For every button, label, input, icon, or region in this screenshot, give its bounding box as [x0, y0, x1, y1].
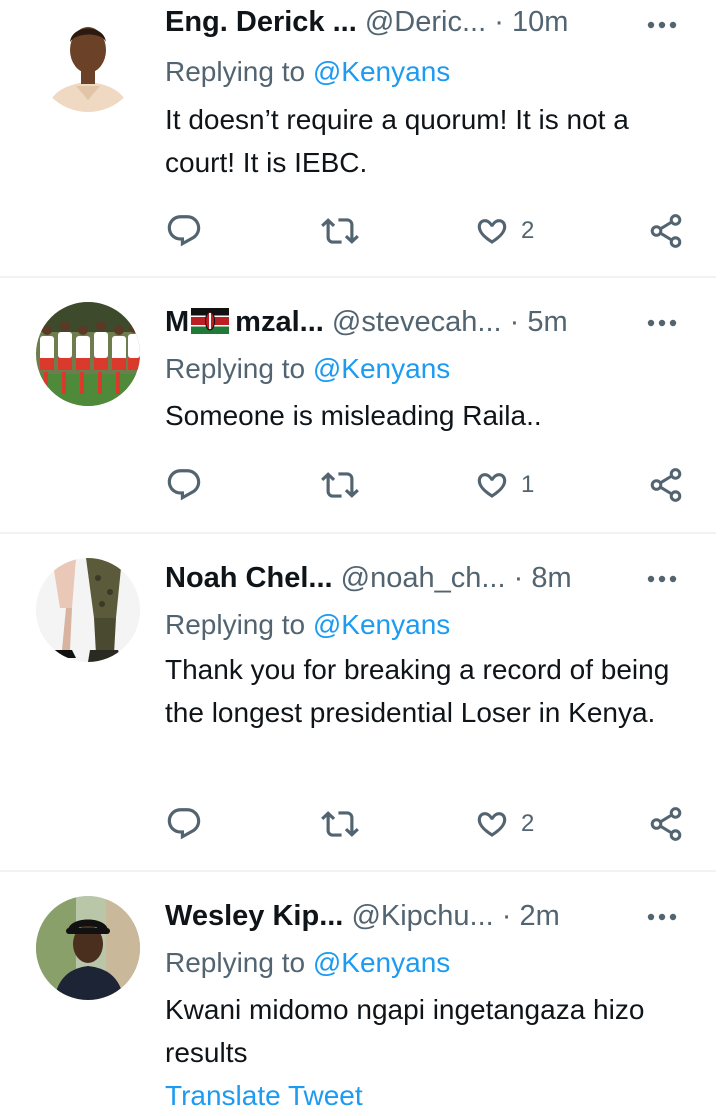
tweet-item[interactable]: Eng. Derick ... @Deric... · 10m Replying…: [0, 0, 720, 278]
retweet-icon: [321, 805, 359, 843]
heart-icon: [473, 805, 511, 843]
more-options-button[interactable]: [646, 4, 680, 48]
more-icon: [647, 319, 677, 327]
avatar[interactable]: [36, 8, 140, 112]
replying-to: Replying to @Kenyans: [165, 943, 450, 983]
avatar[interactable]: [36, 302, 140, 406]
share-button[interactable]: [647, 804, 685, 844]
tweet-text: It doesn’t require a quorum! It is not a…: [165, 104, 629, 178]
reply-icon: [165, 466, 203, 504]
reply-button[interactable]: [165, 465, 203, 505]
replying-to-label: Replying to: [165, 56, 313, 87]
avatar-image: [36, 302, 140, 406]
heart-icon: [473, 466, 511, 504]
avatar[interactable]: [36, 896, 140, 1000]
replying-to-handle[interactable]: @Kenyans: [313, 947, 450, 978]
timestamp[interactable]: 8m: [531, 562, 571, 594]
tweet-header: Noah Chel... @noah_ch... · 8m: [165, 556, 705, 600]
like-count: 2: [521, 217, 535, 244]
tweet-actions: 2: [165, 211, 695, 251]
share-icon: [647, 466, 685, 504]
reply-button[interactable]: [165, 804, 203, 844]
retweet-icon: [321, 212, 359, 250]
like-button[interactable]: 2: [473, 211, 534, 251]
retweet-icon: [321, 466, 359, 504]
like-count: 1: [521, 471, 535, 498]
author-handle[interactable]: @stevecah...: [332, 306, 502, 338]
reply-icon: [165, 805, 203, 843]
author-name-prefix[interactable]: M: [165, 306, 189, 338]
heart-icon: [473, 212, 511, 250]
replying-to-label: Replying to: [165, 609, 313, 640]
replying-to: Replying to @Kenyans: [165, 349, 450, 389]
replying-to-handle[interactable]: @Kenyans: [313, 353, 450, 384]
translate-tweet-link[interactable]: Translate Tweet: [165, 1076, 363, 1116]
tweet-header: M mzal... @stevecah... · 5m: [165, 300, 705, 344]
reply-icon: [165, 212, 203, 250]
more-options-button[interactable]: [646, 896, 680, 940]
timestamp[interactable]: 2m: [520, 900, 560, 932]
more-options-button[interactable]: [646, 302, 680, 346]
tweet-text: Thank you for breaking a record of being…: [165, 654, 670, 728]
like-button[interactable]: 1: [473, 465, 534, 505]
tweet-actions: 1: [165, 465, 695, 505]
replying-to: Replying to @Kenyans: [165, 605, 450, 645]
avatar-image: [36, 558, 140, 662]
share-icon: [647, 212, 685, 250]
tweet-header: Wesley Kip... @Kipchu... · 2m: [165, 894, 705, 938]
replying-to: Replying to @Kenyans: [165, 52, 450, 92]
share-button[interactable]: [647, 211, 685, 251]
like-count: 2: [521, 810, 535, 837]
separator-dot: ·: [501, 900, 512, 932]
tweet-header: Eng. Derick ... @Deric... · 10m: [165, 0, 705, 44]
share-icon: [647, 805, 685, 843]
more-icon: [647, 21, 677, 29]
author-handle[interactable]: @Deric...: [365, 6, 486, 38]
avatar[interactable]: [36, 558, 140, 662]
author-name[interactable]: Eng. Derick ...: [165, 6, 357, 38]
more-icon: [647, 575, 677, 583]
replying-to-handle[interactable]: @Kenyans: [313, 56, 450, 87]
tweet-item[interactable]: M mzal... @stevecah... · 5m Replying to …: [0, 278, 720, 534]
reply-button[interactable]: [165, 211, 203, 251]
like-button[interactable]: 2: [473, 804, 534, 844]
author-handle[interactable]: @Kipchu...: [351, 900, 493, 932]
tweet-item[interactable]: Wesley Kip... @Kipchu... · 2m Replying t…: [0, 872, 720, 1111]
avatar-image: [36, 8, 140, 112]
timestamp[interactable]: 10m: [512, 6, 568, 38]
retweet-button[interactable]: [321, 804, 359, 844]
retweet-button[interactable]: [321, 211, 359, 251]
tweet-item[interactable]: Noah Chel... @noah_ch... · 8m Replying t…: [0, 534, 720, 872]
author-handle[interactable]: @noah_ch...: [341, 562, 506, 594]
kenya-flag-icon: [191, 308, 230, 334]
more-options-button[interactable]: [646, 558, 680, 602]
separator-dot: ·: [513, 562, 524, 594]
more-icon: [647, 913, 677, 921]
replying-to-label: Replying to: [165, 947, 313, 978]
share-button[interactable]: [647, 465, 685, 505]
timestamp[interactable]: 5m: [527, 306, 567, 338]
tweet-text: Someone is misleading Raila..: [165, 400, 542, 431]
tweet-actions: 2: [165, 804, 695, 844]
replying-to-label: Replying to: [165, 353, 313, 384]
avatar-image: [36, 896, 140, 1000]
author-name[interactable]: Wesley Kip...: [165, 900, 343, 932]
author-name[interactable]: mzal...: [235, 306, 324, 338]
separator-dot: ·: [509, 306, 520, 338]
retweet-button[interactable]: [321, 465, 359, 505]
tweet-text: Kwani midomo ngapi ingetangaza hizo resu…: [165, 994, 645, 1068]
author-name[interactable]: Noah Chel...: [165, 562, 333, 594]
replying-to-handle[interactable]: @Kenyans: [313, 609, 450, 640]
separator-dot: ·: [494, 6, 504, 38]
